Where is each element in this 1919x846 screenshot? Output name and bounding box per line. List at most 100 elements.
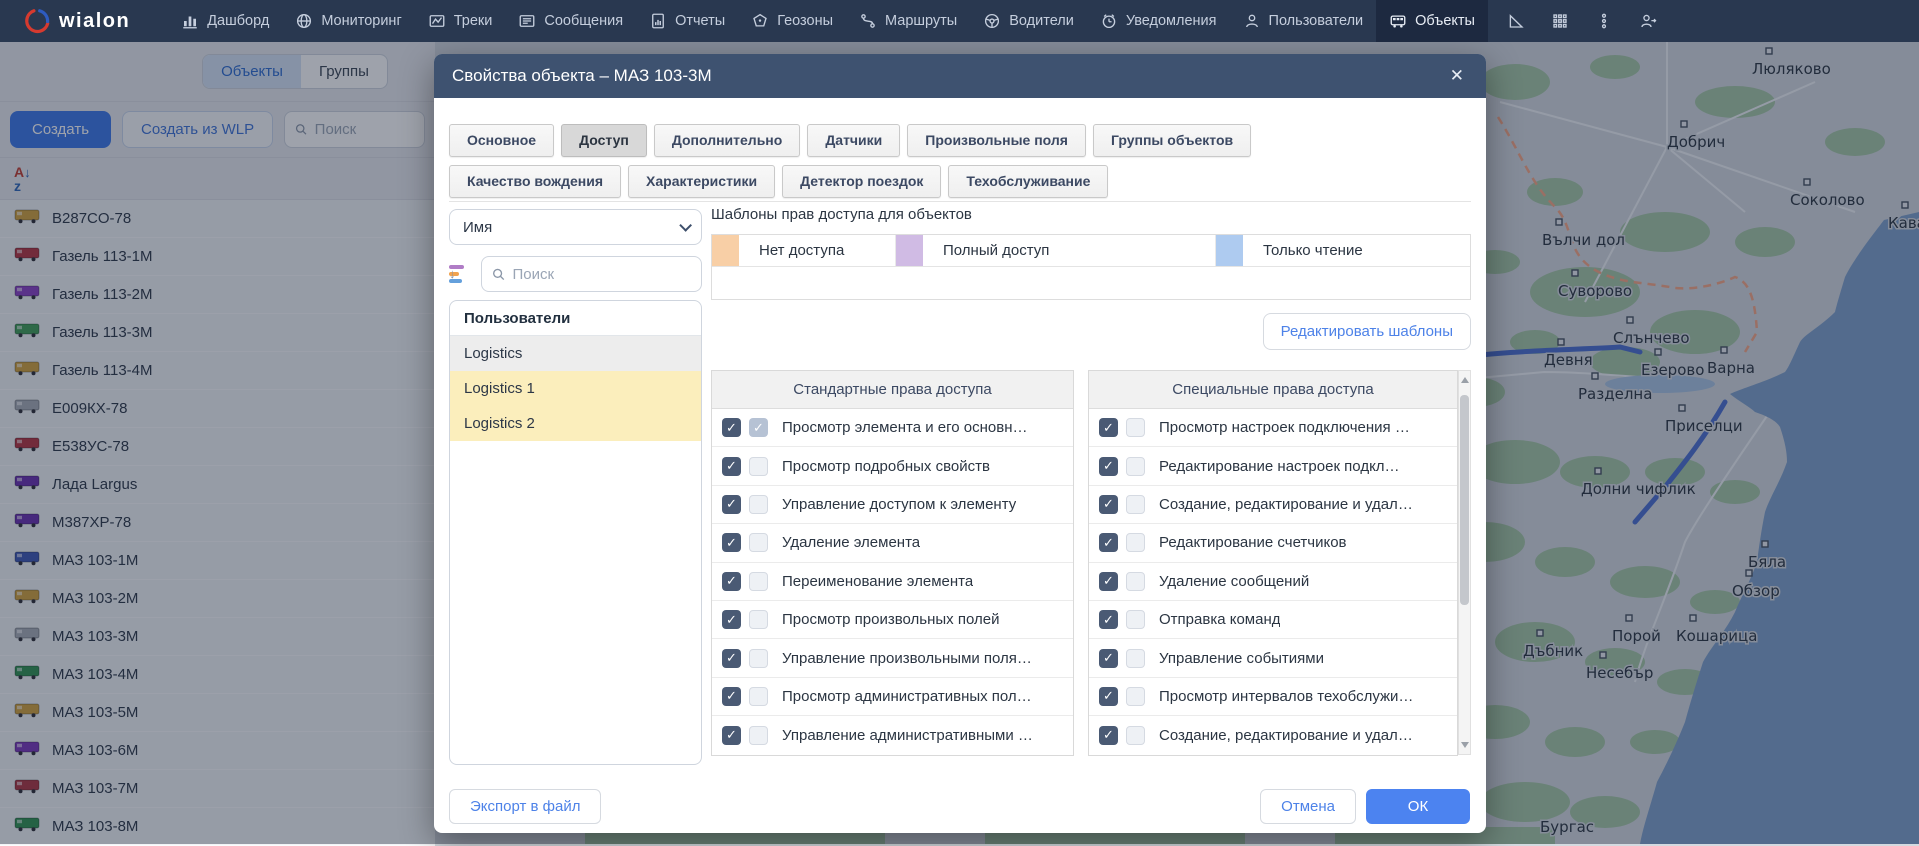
rights-table-header: Специальные права доступа [1089,371,1457,409]
nav-item-dashboard[interactable]: Дашборд [168,0,282,42]
tab-Дополнительно[interactable]: Дополнительно [653,124,801,157]
access-checkbox[interactable] [1099,456,1118,476]
user-search[interactable] [481,256,702,292]
tab-Датчики[interactable]: Датчики [807,124,901,157]
user-list-item[interactable]: Logistics 2 [450,406,701,441]
ok-button[interactable]: ОК [1366,789,1470,824]
scrollbar-thumb[interactable] [1460,395,1469,605]
access-checkbox[interactable] [722,571,741,591]
wialon-logo-icon [25,9,50,34]
access-checkbox[interactable] [749,610,768,630]
access-checkbox[interactable] [749,533,768,553]
access-checkbox[interactable] [1099,725,1118,745]
nav-tool-apps[interactable] [1538,0,1582,42]
tab-Доступ[interactable]: Доступ [561,124,647,157]
access-checkbox[interactable] [1126,494,1145,514]
access-checkbox[interactable] [1126,686,1145,706]
nav-tool-locator[interactable] [1494,0,1538,42]
access-checkbox[interactable] [722,494,741,514]
templates-row: Нет доступа Полный доступ Только чтение [712,235,1470,267]
close-icon[interactable]: ✕ [1444,62,1470,90]
access-checkbox[interactable] [1099,686,1118,706]
user-list: Пользователи Logistics Logistics 1 Logisti… [449,300,702,765]
access-checkbox[interactable] [1126,648,1145,668]
tabs-divider [449,201,1471,202]
access-checkbox[interactable] [749,456,768,476]
access-checkbox[interactable] [1126,725,1145,745]
access-checkbox[interactable] [722,418,741,438]
access-checkbox[interactable] [1099,418,1118,438]
access-checkbox[interactable] [749,725,768,745]
nav-item-notifications[interactable]: Уведомления [1087,0,1230,42]
scroll-up-arrow-icon[interactable] [1461,377,1469,383]
nav-item-messages[interactable]: Сообщения [505,0,636,42]
tab-Характеристики[interactable]: Характеристики [628,165,776,198]
nav-item-units[interactable]: Объекты [1376,0,1488,42]
nav-tool-account[interactable] [1626,0,1670,42]
export-to-file-button[interactable]: Экспорт в файл [449,789,602,824]
rights-row: Удаление сообщений [1089,562,1457,601]
access-checkbox[interactable] [749,571,768,591]
access-checkbox[interactable] [722,456,741,476]
nav-item-monitoring[interactable]: Мониторинг [282,0,414,42]
reports-icon [649,12,667,30]
access-checkbox[interactable] [1099,494,1118,514]
cancel-button[interactable]: Отмена [1260,789,1356,824]
tracks-icon [428,12,446,30]
nav-item-label: Сообщения [544,13,624,29]
nav-item-label: Мониторинг [321,13,402,29]
access-checkbox[interactable] [1126,610,1145,630]
nav-item-geofences[interactable]: Геозоны [738,0,846,42]
access-checkbox[interactable] [1099,533,1118,553]
locator-icon [1507,12,1525,30]
nav-item-users[interactable]: Пользователи [1230,0,1377,42]
nav-item-routes[interactable]: Маршруты [846,0,970,42]
access-checkbox[interactable] [1126,571,1145,591]
rights-scrollbar[interactable] [1458,370,1471,755]
tab-Основное[interactable]: Основное [449,124,555,157]
nav-item-tracks[interactable]: Треки [415,0,506,42]
user-list-item[interactable]: Logistics [450,336,701,371]
access-checkbox[interactable] [722,648,741,668]
access-checkbox[interactable] [1099,610,1118,630]
messages-icon [518,12,536,30]
access-checkbox[interactable] [1099,571,1118,591]
access-checkbox[interactable] [722,533,741,553]
filter-type-select[interactable]: Имя [449,209,702,245]
tab-Техобслуживание[interactable]: Техобслуживание [948,165,1109,198]
rights-table-header: Стандартные права доступа [712,371,1073,409]
access-checkbox[interactable] [749,494,768,514]
rights-label: Управление доступом к элементу [782,495,1017,513]
wialon-logo-text: wialon [59,9,131,32]
scroll-down-arrow-icon[interactable] [1461,742,1469,748]
access-checkbox[interactable] [1126,533,1145,553]
user-search-input[interactable] [512,265,691,283]
edit-templates-button[interactable]: Редактировать шаблоны [1262,313,1471,350]
rights-row: Просмотр интервалов техобслужи… [1089,677,1457,717]
user-list-item[interactable]: Logistics 1 [450,371,701,406]
template-color-swatch [896,235,923,266]
access-checkbox[interactable] [749,686,768,706]
access-checkbox[interactable] [749,648,768,668]
rights-label: Управление произвольными поля… [782,649,1032,667]
template-Полный доступ[interactable]: Полный доступ [896,235,1216,266]
access-checkbox[interactable] [1126,456,1145,476]
tab-Качество вождения[interactable]: Качество вождения [449,165,622,198]
access-checkbox[interactable] [749,418,768,438]
template-Только чтение[interactable]: Только чтение [1216,235,1470,266]
tab-Произвольные поля[interactable]: Произвольные поля [907,124,1086,157]
access-checkbox[interactable] [722,725,741,745]
nav-tool-more[interactable] [1582,0,1626,42]
nav-item-drivers[interactable]: Водители [970,0,1087,42]
tab-Детектор поездок[interactable]: Детектор поездок [782,165,942,198]
access-checkbox[interactable] [1126,418,1145,438]
access-checkbox[interactable] [722,686,741,706]
nav-item-reports[interactable]: Отчеты [636,0,738,42]
user-items: Logistics Logistics 1 Logistics 2 [450,336,701,441]
sort-order-icon[interactable]: ↓ [449,264,473,284]
tab-Группы объектов[interactable]: Группы объектов [1092,124,1252,157]
wialon-logo[interactable]: wialon [0,8,168,34]
template-Нет доступа[interactable]: Нет доступа [712,235,896,266]
access-checkbox[interactable] [722,610,741,630]
access-checkbox[interactable] [1099,648,1118,668]
